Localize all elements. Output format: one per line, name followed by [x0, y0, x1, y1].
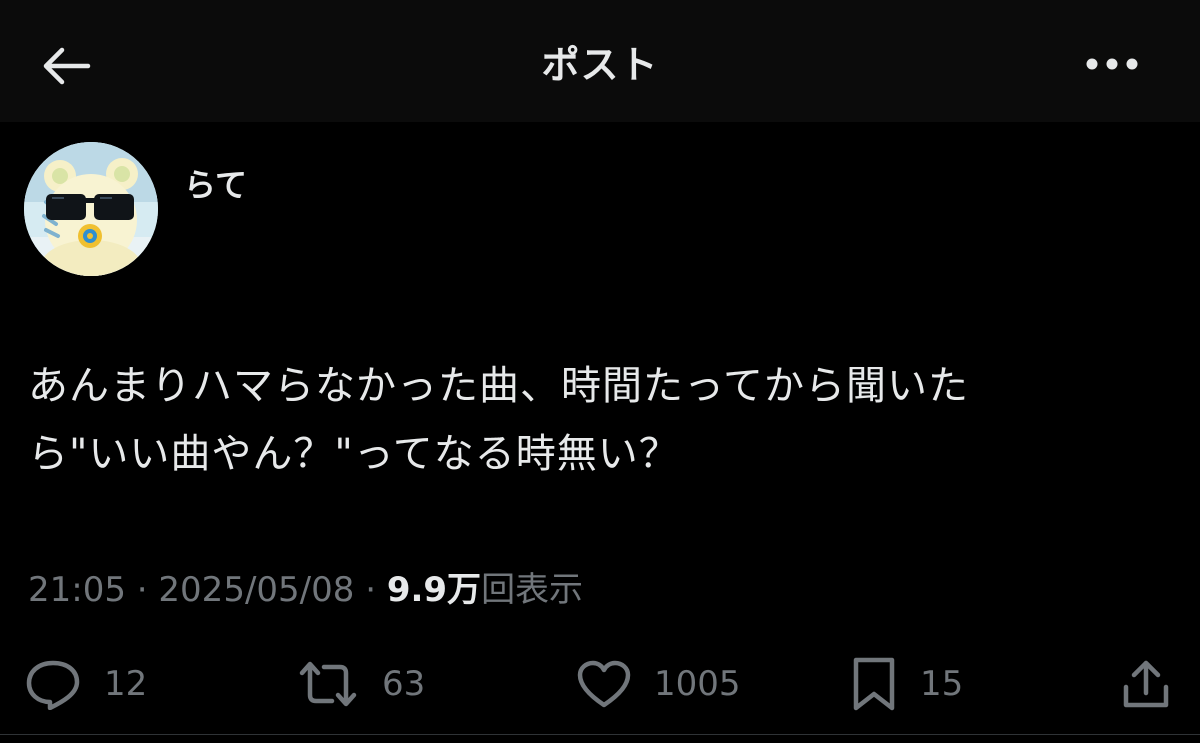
like-count: 1005 — [654, 664, 741, 704]
bear-with-sunglasses-avatar — [24, 142, 158, 276]
post-text: あんまりハマらなかった曲、時間たってから聞いた ら"いい曲やん？"ってなる時無い… — [28, 352, 1148, 488]
repost-icon — [299, 661, 357, 707]
post-text-line-2: ら"いい曲やん？"ってなる時無い？ — [28, 431, 680, 477]
views-count[interactable]: 9.9万 — [387, 570, 481, 610]
like-button[interactable]: 1005 — [576, 652, 741, 716]
post-meta: 21:05 · 2025/05/08 · 9.9万回表示 — [28, 562, 583, 611]
more-options-button[interactable] — [1080, 40, 1144, 88]
reply-count: 12 — [104, 664, 148, 704]
repost-button[interactable]: 63 — [296, 652, 425, 716]
share-icon — [1123, 660, 1169, 708]
share-button[interactable] — [1120, 652, 1172, 716]
views-label: 回表示 — [481, 570, 584, 610]
avatar[interactable] — [24, 142, 158, 276]
top-bar: ポスト — [0, 0, 1200, 122]
bookmark-icon — [853, 657, 895, 711]
meta-separator: · — [125, 570, 159, 610]
post-text-line-1: あんまりハマらなかった曲、時間たってから聞いた — [28, 363, 969, 409]
divider — [0, 734, 1200, 735]
action-bar: 12 63 1005 15 — [0, 652, 1200, 722]
heart-icon — [577, 660, 631, 708]
page-title: ポスト — [541, 43, 659, 87]
repost-count: 63 — [382, 664, 426, 704]
post-date: 2025/05/08 — [158, 570, 355, 610]
meta-separator: · — [354, 570, 387, 610]
bookmark-button[interactable]: 15 — [850, 652, 963, 716]
author-name[interactable]: らて — [184, 160, 247, 206]
reply-button[interactable]: 12 — [24, 652, 147, 716]
bookmark-count: 15 — [920, 664, 964, 704]
reply-icon — [26, 660, 80, 710]
more-horizontal-icon — [1086, 58, 1138, 70]
post-time: 21:05 — [28, 570, 126, 610]
